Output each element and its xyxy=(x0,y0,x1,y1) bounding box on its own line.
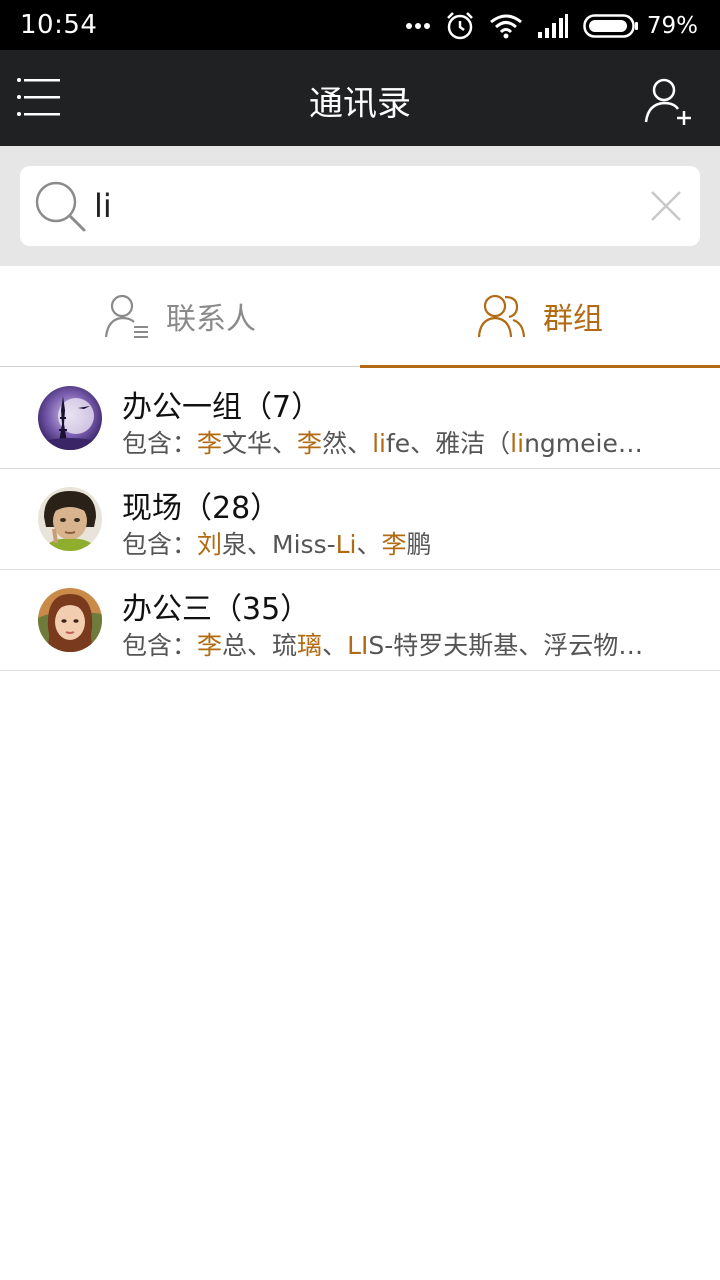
search-input[interactable] xyxy=(94,182,634,230)
group-members: 包含：刘泉、Miss-Li、李鹏 xyxy=(122,525,682,561)
add-contact-button[interactable] xyxy=(644,76,694,126)
group-avatar-girl xyxy=(38,588,102,652)
member-match: LI xyxy=(347,631,369,660)
search-area xyxy=(0,146,720,266)
members-prefix: 包含： xyxy=(122,429,198,458)
list-item[interactable]: 现场（28） 包含：刘泉、Miss-Li、李鹏 xyxy=(0,469,720,570)
members-prefix: 包含： xyxy=(122,631,198,660)
member-text: fe、雅洁（ xyxy=(385,429,511,458)
status-icons: 79% xyxy=(391,8,698,44)
more-dots-icon xyxy=(405,23,430,29)
member-match: 李 xyxy=(197,429,223,458)
group-avatar-child xyxy=(38,487,102,551)
group-name: 现场（28） xyxy=(122,491,281,526)
group-members: 包含：李文华、李然、life、雅洁（lingmeie… xyxy=(122,424,682,460)
list-item[interactable]: 办公一组（7） 包含：李文华、李然、life、雅洁（lingmeie… xyxy=(0,368,720,469)
page-title: 通讯录 xyxy=(309,84,411,124)
add-contact-icon xyxy=(644,78,691,125)
status-time: 10:54 xyxy=(20,10,98,40)
member-text: S-特罗夫斯基、浮云物… xyxy=(368,631,644,660)
member-text: 鹏 xyxy=(406,530,432,559)
member-match: 李 xyxy=(381,530,407,559)
alarm-icon xyxy=(446,12,473,40)
group-list: 办公一组（7） 包含：李文华、李然、life、雅洁（lingmeie… 现场（2… xyxy=(0,368,720,671)
group-name: 办公一组（7） xyxy=(122,390,322,425)
member-match: li xyxy=(510,429,525,458)
member-match: 璃 xyxy=(297,631,323,660)
signal-icon xyxy=(537,14,568,38)
member-match: li xyxy=(372,429,386,458)
member-text: 、 xyxy=(356,530,382,559)
wifi-icon xyxy=(489,14,522,39)
member-text: 文华、 xyxy=(222,429,298,458)
search-box[interactable] xyxy=(20,166,700,246)
member-match: 李 xyxy=(197,631,223,660)
member-text: 、 xyxy=(322,631,348,660)
member-match: 李 xyxy=(297,429,323,458)
tab-contacts[interactable]: 联系人 xyxy=(0,266,360,366)
battery-icon xyxy=(583,14,638,38)
member-text: 泉、Miss- xyxy=(222,530,336,559)
member-match: Li xyxy=(335,530,357,559)
member-text: ngmeie… xyxy=(524,429,643,458)
tab-contacts-label: 联系人 xyxy=(166,302,256,337)
member-match: 刘 xyxy=(197,530,223,559)
tab-groups-label: 群组 xyxy=(543,302,603,337)
list-item[interactable]: 办公三（35） 包含：李总、琉璃、LIS-特罗夫斯基、浮云物… xyxy=(0,570,720,671)
tab-groups[interactable]: 群组 xyxy=(360,266,720,366)
close-icon[interactable] xyxy=(650,190,682,222)
app-bar: 通讯录 xyxy=(0,50,720,146)
tab-bar: 联系人 群组 xyxy=(0,266,720,368)
groups-icon xyxy=(477,294,526,338)
member-text: 然、 xyxy=(322,429,373,458)
member-text: 总、琉 xyxy=(222,631,298,660)
contacts-icon xyxy=(104,294,148,338)
status-bar: 10:54 79% xyxy=(0,0,720,50)
group-members: 包含：李总、琉璃、LIS-特罗夫斯基、浮云物… xyxy=(122,626,682,662)
battery-percent: 79% xyxy=(646,13,698,39)
members-prefix: 包含： xyxy=(122,530,198,559)
search-icon xyxy=(35,181,86,232)
group-avatar-tower xyxy=(38,386,102,450)
group-name: 办公三（35） xyxy=(122,592,311,627)
